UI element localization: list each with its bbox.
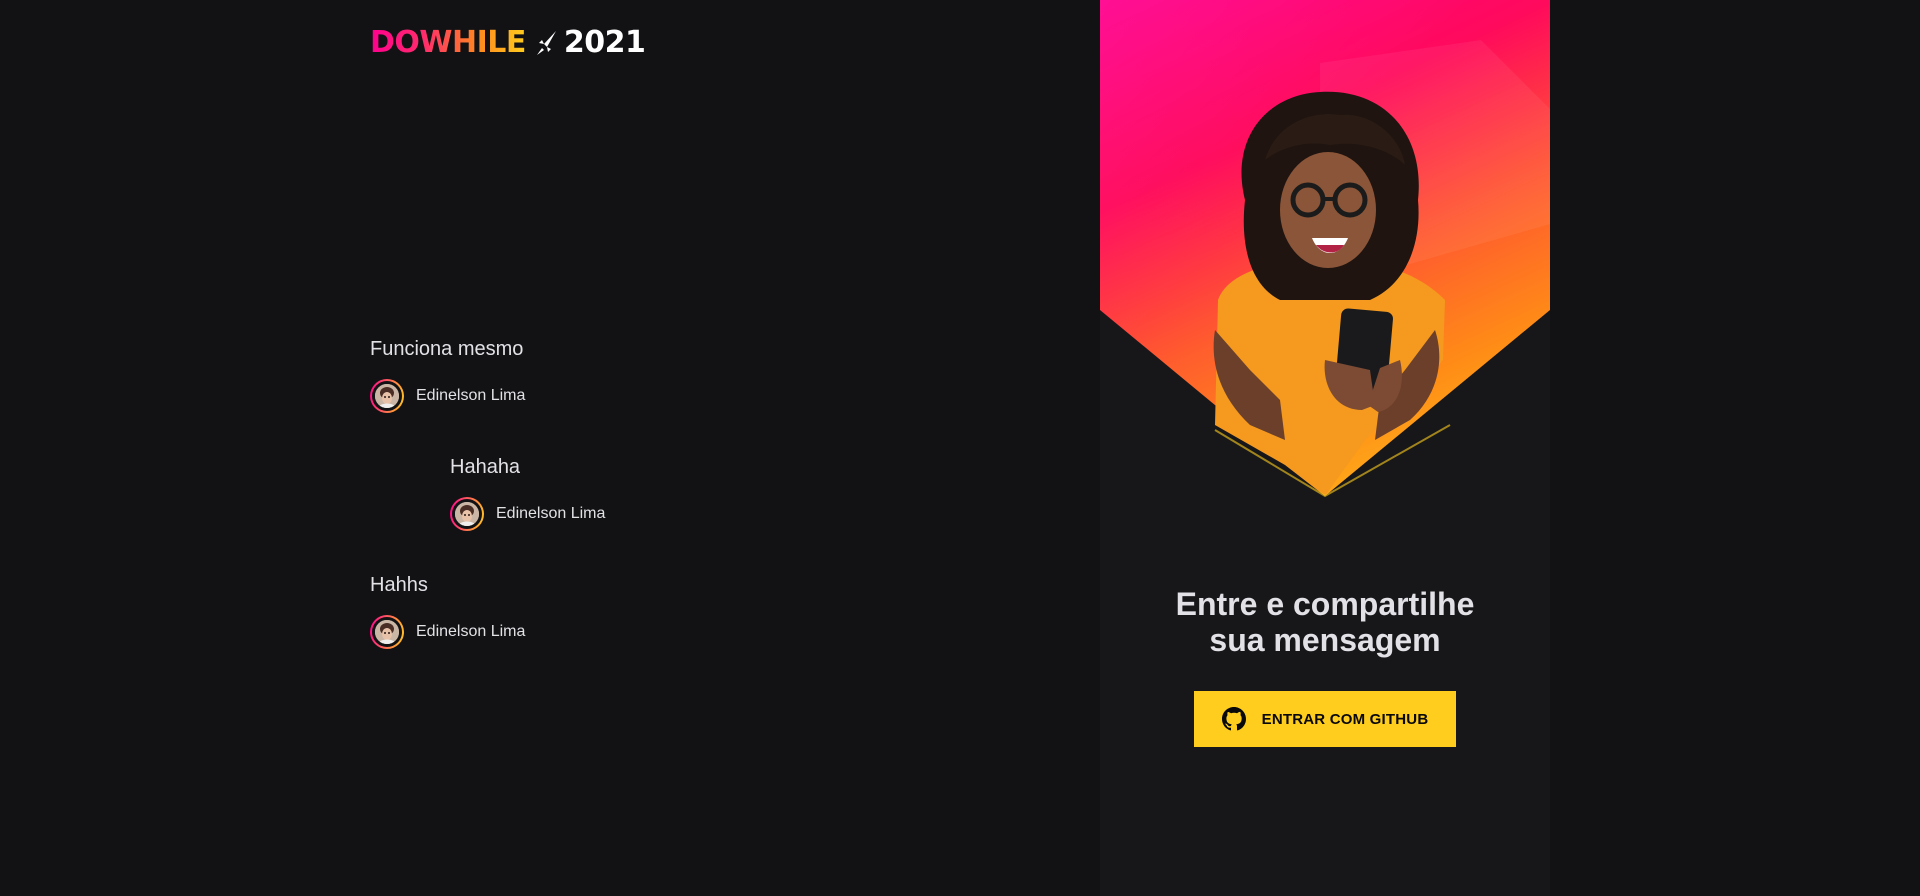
github-button-label: ENTRAR COM GITHUB bbox=[1261, 710, 1429, 728]
message-item: Hahhs Edinelson Lima bbox=[370, 573, 525, 649]
login-title: Entre e compartilhe sua mensagem bbox=[1100, 586, 1550, 658]
dowhile-logo: DOWHILE 2021 bbox=[370, 25, 646, 60]
page: DOWHILE 2021 Funciona mesmo Edinelson Li… bbox=[0, 0, 1920, 896]
user-name: Edinelson Lima bbox=[416, 623, 526, 640]
message-author: Edinelson Lima bbox=[370, 615, 525, 649]
message-author: Edinelson Lima bbox=[450, 497, 605, 531]
message-text: Hahaha bbox=[450, 456, 521, 478]
github-signin-button[interactable]: ENTRAR COM GITHUB bbox=[1194, 691, 1456, 747]
login-title-line2: sua mensagem bbox=[1209, 622, 1441, 658]
hero-illustration bbox=[1213, 91, 1451, 498]
avatar bbox=[450, 497, 484, 531]
user-name: Edinelson Lima bbox=[416, 387, 526, 404]
message-item: Hahaha Edinelson Lima bbox=[450, 455, 605, 531]
login-banner: Entre e compartilhe sua mensagem ENTRAR … bbox=[1100, 0, 1550, 896]
avatar bbox=[370, 379, 404, 413]
message-text: Funciona mesmo bbox=[370, 338, 524, 360]
message-author: Edinelson Lima bbox=[370, 379, 525, 413]
logo-year-text: 2021 bbox=[563, 25, 646, 60]
user-name: Edinelson Lima bbox=[496, 505, 606, 522]
rocket-icon bbox=[536, 30, 558, 56]
github-icon bbox=[1221, 707, 1246, 731]
message-text: Hahhs bbox=[370, 574, 428, 596]
login-title-line1: Entre e compartilhe bbox=[1175, 586, 1475, 622]
avatar bbox=[370, 615, 404, 649]
logo-dowhile-text: DOWHILE bbox=[370, 25, 526, 60]
message-item: Funciona mesmo Edinelson Lima bbox=[370, 337, 525, 413]
